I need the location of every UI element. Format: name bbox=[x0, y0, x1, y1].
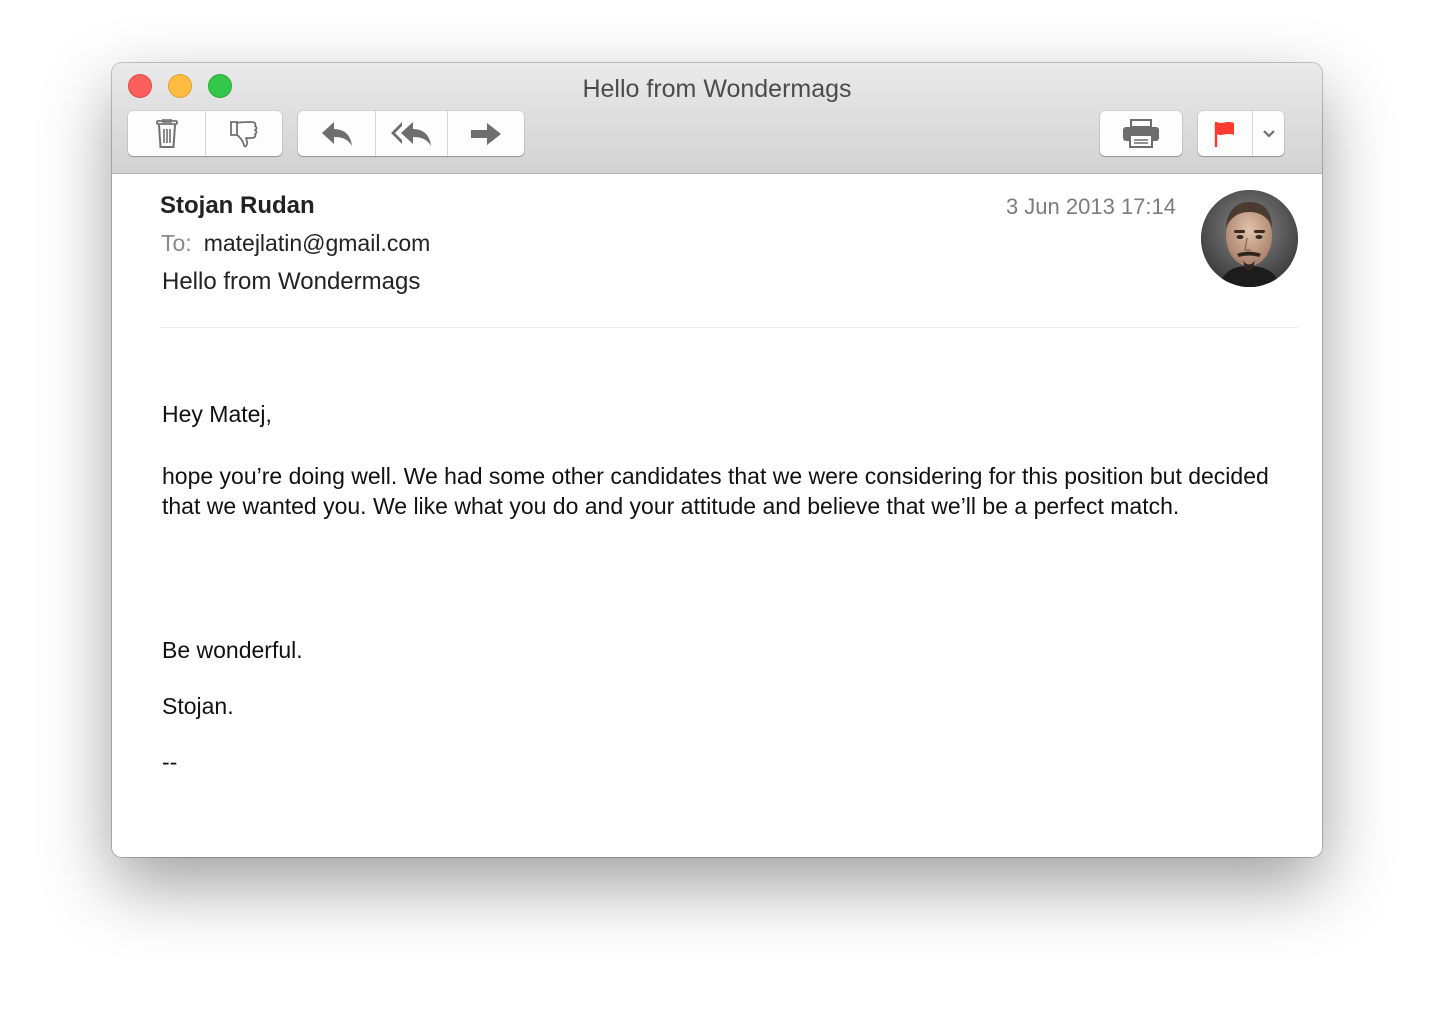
flag-menu-button[interactable] bbox=[1253, 111, 1284, 156]
delete-button[interactable] bbox=[128, 111, 206, 156]
thumbs-down-icon bbox=[230, 120, 258, 147]
flag-button[interactable] bbox=[1198, 111, 1253, 156]
recipient-row: To: matejlatin@gmail.com bbox=[161, 230, 430, 257]
print-button-group bbox=[1100, 111, 1182, 156]
body-closing: Be wonderful. bbox=[162, 637, 303, 663]
forward-icon bbox=[471, 122, 501, 145]
flag-button-group bbox=[1198, 111, 1284, 156]
print-button[interactable] bbox=[1100, 111, 1182, 156]
junk-button[interactable] bbox=[206, 111, 282, 156]
trash-icon bbox=[155, 118, 178, 148]
body-paragraph: hope you’re doing well. We had some othe… bbox=[162, 463, 1269, 519]
body-signoff: Stojan. bbox=[162, 693, 234, 719]
mail-message-window: Hello from Wondermags Stojan Rudan 3 Jun… bbox=[112, 63, 1322, 857]
title-bar: Hello from Wondermags bbox=[112, 63, 1322, 174]
sender-avatar bbox=[1201, 190, 1298, 287]
reply-icon bbox=[321, 121, 352, 146]
to-label: To: bbox=[161, 230, 192, 256]
flag-icon bbox=[1214, 121, 1234, 147]
sender-name[interactable]: Stojan Rudan bbox=[160, 192, 315, 220]
print-icon bbox=[1123, 118, 1159, 148]
chevron-down-icon bbox=[1262, 129, 1275, 138]
message-date: 3 Jun 2013 17:14 bbox=[1005, 194, 1176, 219]
signature-separator: -- bbox=[162, 749, 178, 775]
reply-button[interactable] bbox=[298, 111, 376, 156]
reply-all-icon bbox=[390, 121, 431, 146]
message-subject: Hello from Wondermags bbox=[162, 268, 421, 295]
reply-forward-button-group bbox=[298, 111, 524, 156]
message-content: Stojan Rudan 3 Jun 2013 17:14 To: matejla… bbox=[112, 174, 1322, 857]
body-greeting: Hey Matej, bbox=[162, 401, 272, 427]
window-title: Hello from Wondermags bbox=[582, 75, 852, 103]
header-divider bbox=[160, 327, 1298, 328]
reply-all-button[interactable] bbox=[376, 111, 448, 156]
delete-junk-button-group bbox=[128, 111, 282, 156]
forward-button[interactable] bbox=[448, 111, 524, 156]
recipient-address[interactable]: matejlatin@gmail.com bbox=[204, 230, 431, 256]
